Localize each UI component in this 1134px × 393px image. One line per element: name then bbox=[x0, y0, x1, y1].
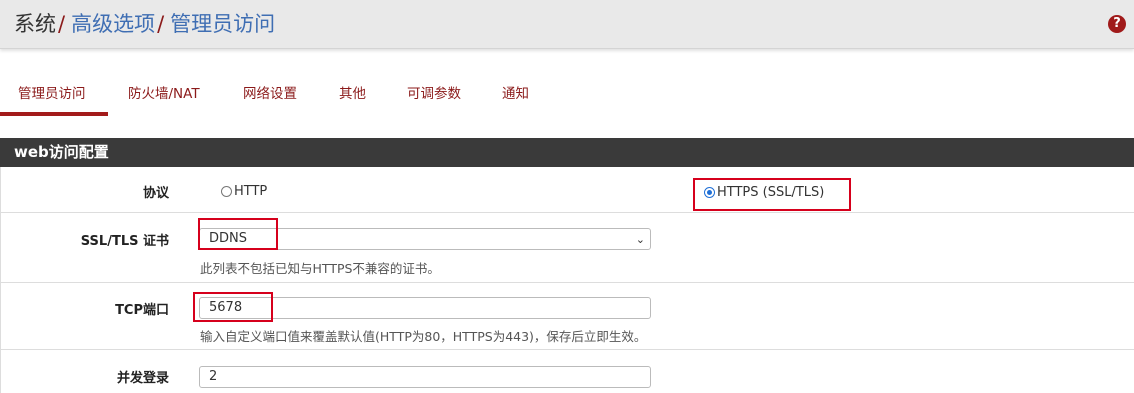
protocol-label: 协议 bbox=[142, 186, 169, 201]
breadcrumb-advanced[interactable]: 高级选项 bbox=[71, 12, 155, 36]
tab-network[interactable]: 网络设置 bbox=[243, 82, 297, 102]
breadcrumb-separator: / bbox=[58, 12, 66, 36]
tab-bar: 管理员访问 防火墙/NAT 网络设置 其他 可调参数 通知 bbox=[0, 70, 1134, 116]
radio-http-label: HTTP bbox=[234, 184, 268, 199]
highlight-box-https bbox=[693, 178, 851, 211]
ssl-cert-row: SSL/TLS 证书 DDNS ⌄ 此列表不包括已知与HTTPS不兼容的证书。 bbox=[0, 213, 1134, 283]
ssl-cert-label: SSL/TLS 证书 bbox=[80, 234, 169, 249]
radio-http-circle[interactable] bbox=[221, 186, 232, 197]
tcp-port-hint: 输入自定义端口值来覆盖默认值(HTTP为80，HTTPS为443)，保存后立即生… bbox=[200, 329, 647, 344]
tcp-port-label: TCP端口 bbox=[115, 303, 169, 318]
tab-admin-access[interactable]: 管理员访问 bbox=[18, 82, 86, 102]
tab-tunables[interactable]: 可调参数 bbox=[407, 82, 461, 102]
highlight-box-ddns bbox=[198, 218, 278, 250]
breadcrumb-separator: / bbox=[157, 12, 165, 36]
tcp-port-row: TCP端口 5678 输入自定义端口值来覆盖默认值(HTTP为80，HTTPS为… bbox=[0, 283, 1134, 350]
concurrent-login-input[interactable]: 2 bbox=[199, 366, 651, 388]
panel-header: web访问配置 bbox=[0, 138, 1134, 167]
concurrent-login-label: 并发登录 bbox=[116, 371, 169, 386]
tab-firewall-nat[interactable]: 防火墙/NAT bbox=[128, 82, 200, 102]
chevron-down-icon: ⌄ bbox=[635, 233, 645, 246]
concurrent-login-value: 2 bbox=[209, 369, 218, 384]
breadcrumb-system[interactable]: 系统 bbox=[14, 12, 56, 36]
top-bar: 系统/高级选项/管理员访问 ? bbox=[0, 0, 1134, 49]
breadcrumb: 系统/高级选项/管理员访问 bbox=[14, 11, 275, 37]
help-icon[interactable]: ? bbox=[1108, 15, 1126, 33]
highlight-box-port bbox=[193, 292, 273, 322]
concurrent-login-row: 并发登录 2 bbox=[0, 350, 1134, 393]
breadcrumb-admin-access[interactable]: 管理员访问 bbox=[170, 12, 275, 36]
tab-misc[interactable]: 其他 bbox=[339, 82, 366, 102]
tab-notifications[interactable]: 通知 bbox=[502, 82, 529, 102]
protocol-row: 协议 HTTP HTTPS (SSL/TLS) bbox=[0, 167, 1134, 213]
radio-http[interactable]: HTTP bbox=[221, 184, 267, 199]
active-tab-indicator bbox=[0, 112, 108, 116]
ssl-cert-hint: 此列表不包括已知与HTTPS不兼容的证书。 bbox=[200, 261, 440, 276]
panel-title: web访问配置 bbox=[14, 143, 109, 161]
